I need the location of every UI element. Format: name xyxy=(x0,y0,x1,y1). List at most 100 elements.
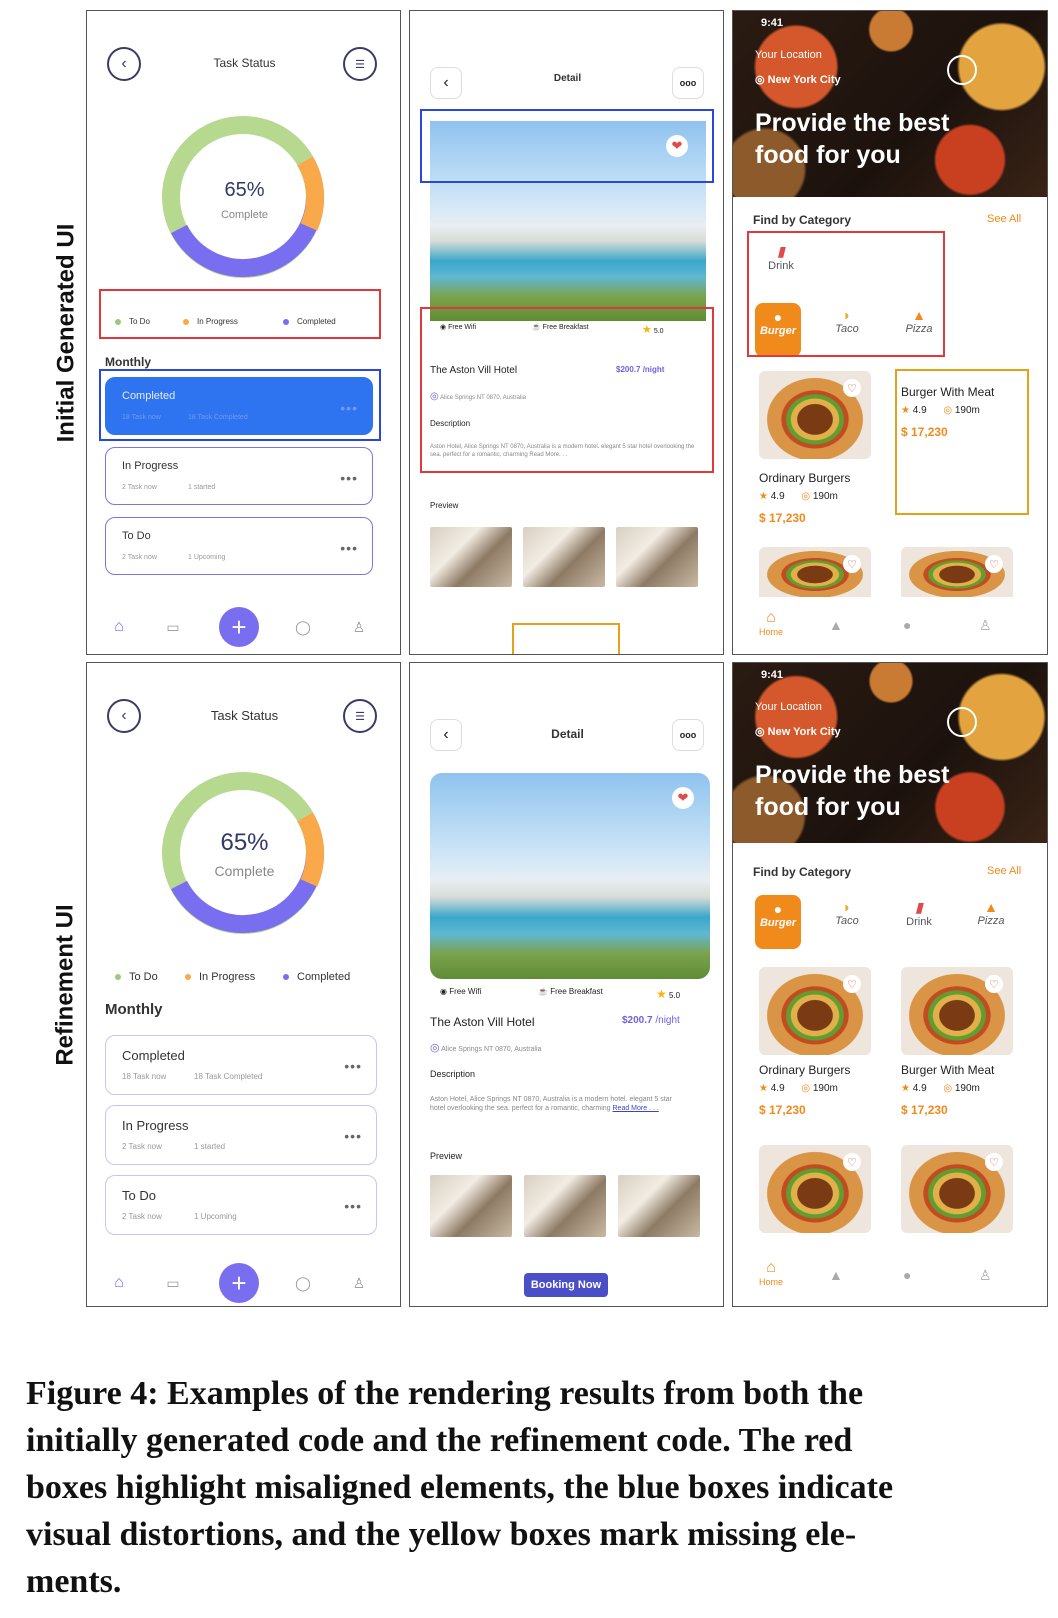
more-icon[interactable]: ••• xyxy=(344,1198,362,1214)
filter-button[interactable]: ☰ xyxy=(343,699,377,733)
caption-line: Figure 4: Examples of the rendering resu… xyxy=(26,1375,864,1412)
home-icon[interactable]: ⌂ xyxy=(109,1273,129,1293)
city-label: ◎ New York City xyxy=(755,74,841,86)
category-pizza[interactable]: ▲ Pizza xyxy=(893,307,945,335)
task-card-inprogress[interactable]: In Progress 2 Task now 1 started ••• xyxy=(105,447,373,505)
more-icon[interactable]: ••• xyxy=(340,540,358,556)
favorite-icon[interactable]: ❤ xyxy=(672,787,694,809)
description-title: Description xyxy=(430,419,471,428)
favorite-icon[interactable]: ♡ xyxy=(843,555,861,573)
card-count: 2 Task now xyxy=(122,1142,162,1151)
profile-icon[interactable]: ♙ xyxy=(979,617,992,634)
task-card-todo[interactable]: To Do 2 Task now 1 Upcoming ••• xyxy=(105,517,373,575)
more-button[interactable]: ooo xyxy=(672,67,704,99)
legend-dot xyxy=(115,318,121,325)
food-name: Ordinary Burgers xyxy=(759,1063,851,1077)
task-card-completed[interactable]: Completed 18 Task now 18 Task Completed … xyxy=(105,1035,377,1095)
wifi-icon: ◉ xyxy=(440,324,447,331)
amenity-breakfast: ☕ Free Breakfast xyxy=(532,324,589,331)
profile-icon[interactable]: ♙ xyxy=(979,1267,992,1284)
search-icon[interactable] xyxy=(947,707,977,737)
add-task-button[interactable]: + xyxy=(219,1263,259,1303)
card-title: In Progress xyxy=(122,460,179,472)
more-icon[interactable]: ••• xyxy=(344,1058,362,1074)
folder-icon[interactable]: ▭ xyxy=(163,617,183,637)
task-panel-initial: ‹ Task Status ☰ 65% Complete To Do In Pr… xyxy=(86,10,401,655)
search-icon[interactable] xyxy=(947,55,977,85)
category-burger[interactable]: ● Burger xyxy=(755,895,801,949)
burger-icon: ● xyxy=(773,309,783,325)
chat-icon[interactable]: ◯ xyxy=(293,617,313,637)
amenity-rating: ★ 5.0 xyxy=(642,324,664,336)
card-title: To Do xyxy=(122,530,151,542)
favorite-icon[interactable]: ♡ xyxy=(985,1153,1003,1171)
see-all-link[interactable]: See All xyxy=(987,865,1021,877)
category-pizza[interactable]: ▲ Pizza xyxy=(965,899,1017,927)
status-time: 9:41 xyxy=(761,17,784,29)
star-icon: ★ xyxy=(656,987,667,1001)
card-title: In Progress xyxy=(122,1118,189,1133)
taco-icon: ◗ xyxy=(842,899,852,915)
favorite-icon[interactable]: ♡ xyxy=(843,1153,861,1171)
preview-image[interactable] xyxy=(524,1175,606,1237)
nav-home[interactable]: ⌂ Home xyxy=(759,1259,783,1287)
food-meta: ★ 4.9 ◎ 190m xyxy=(759,1083,838,1094)
hotel-photo xyxy=(430,773,710,979)
booking-button[interactable]: Booking Now xyxy=(524,1273,608,1297)
distance-icon: ◎ xyxy=(801,1083,811,1094)
card-count: 2 Task now xyxy=(122,554,157,561)
favorite-icon[interactable]: ♡ xyxy=(985,555,1003,573)
favorite-icon[interactable]: ♡ xyxy=(985,975,1003,993)
distance-icon: ◎ xyxy=(801,491,811,502)
distance-icon: ◎ xyxy=(943,1083,953,1094)
legend-dot xyxy=(115,974,121,981)
bag-icon[interactable]: ▲ xyxy=(829,1267,843,1283)
preview-image[interactable] xyxy=(618,1175,700,1237)
see-all-link[interactable]: See All xyxy=(987,213,1021,225)
location-label[interactable]: Your Location xyxy=(755,49,822,61)
more-icon[interactable]: ••• xyxy=(340,400,358,416)
category-taco[interactable]: ◗ Taco xyxy=(821,307,873,335)
sliders-icon: ☰ xyxy=(355,58,365,71)
read-more-link[interactable]: Read More . . . xyxy=(613,1105,659,1112)
chat-icon[interactable]: ● xyxy=(903,617,911,633)
card-status: 18 Task Completed xyxy=(188,414,248,421)
pizza-icon: ▲ xyxy=(984,899,998,915)
filter-button[interactable]: ☰ xyxy=(343,47,377,81)
task-card-completed[interactable]: Completed 18 Task now 18 Task Completed … xyxy=(105,377,373,435)
row-label-refined: Refinement UI xyxy=(52,903,80,1066)
more-icon[interactable]: ••• xyxy=(344,1128,362,1144)
chat-icon[interactable]: ● xyxy=(903,1267,911,1283)
profile-icon[interactable]: ♙ xyxy=(349,1273,369,1293)
category-drink[interactable]: ▮ Drink xyxy=(893,899,945,928)
add-task-button[interactable]: + xyxy=(219,607,259,647)
category-taco[interactable]: ◗ Taco xyxy=(821,899,873,927)
more-icon[interactable]: ••• xyxy=(340,470,358,486)
preview-image[interactable] xyxy=(523,527,605,587)
preview-image[interactable] xyxy=(430,527,512,587)
favorite-icon[interactable]: ❤ xyxy=(666,135,688,157)
more-button[interactable]: ooo xyxy=(672,719,704,751)
nav-home[interactable]: ⌂ Home xyxy=(759,609,783,637)
folder-icon[interactable]: ▭ xyxy=(163,1273,183,1293)
location-label[interactable]: Your Location xyxy=(755,701,822,713)
home-icon[interactable]: ⌂ xyxy=(109,617,129,637)
profile-icon[interactable]: ♙ xyxy=(349,617,369,637)
coffee-icon: ☕ xyxy=(538,987,548,996)
category-burger[interactable]: ● Burger xyxy=(755,303,801,357)
task-card-todo[interactable]: To Do 2 Task now 1 Upcoming ••• xyxy=(105,1175,377,1235)
favorite-icon[interactable]: ♡ xyxy=(843,379,861,397)
row-label-initial: Initial Generated UI xyxy=(52,223,79,442)
category-drink[interactable]: ▮ Drink xyxy=(755,243,807,272)
food-name: Burger With Meat xyxy=(901,385,995,399)
bag-icon[interactable]: ▲ xyxy=(829,617,843,633)
progress-label: Complete xyxy=(214,863,275,879)
favorite-icon[interactable]: ♡ xyxy=(843,975,861,993)
chat-icon[interactable]: ◯ xyxy=(293,1273,313,1293)
misaligned-box xyxy=(99,289,381,339)
hotel-price: $200.7 /night xyxy=(616,365,665,374)
preview-image[interactable] xyxy=(430,1175,512,1237)
task-card-inprogress[interactable]: In Progress 2 Task now 1 started ••• xyxy=(105,1105,377,1165)
card-count: 18 Task now xyxy=(122,1072,167,1081)
preview-image[interactable] xyxy=(616,527,698,587)
